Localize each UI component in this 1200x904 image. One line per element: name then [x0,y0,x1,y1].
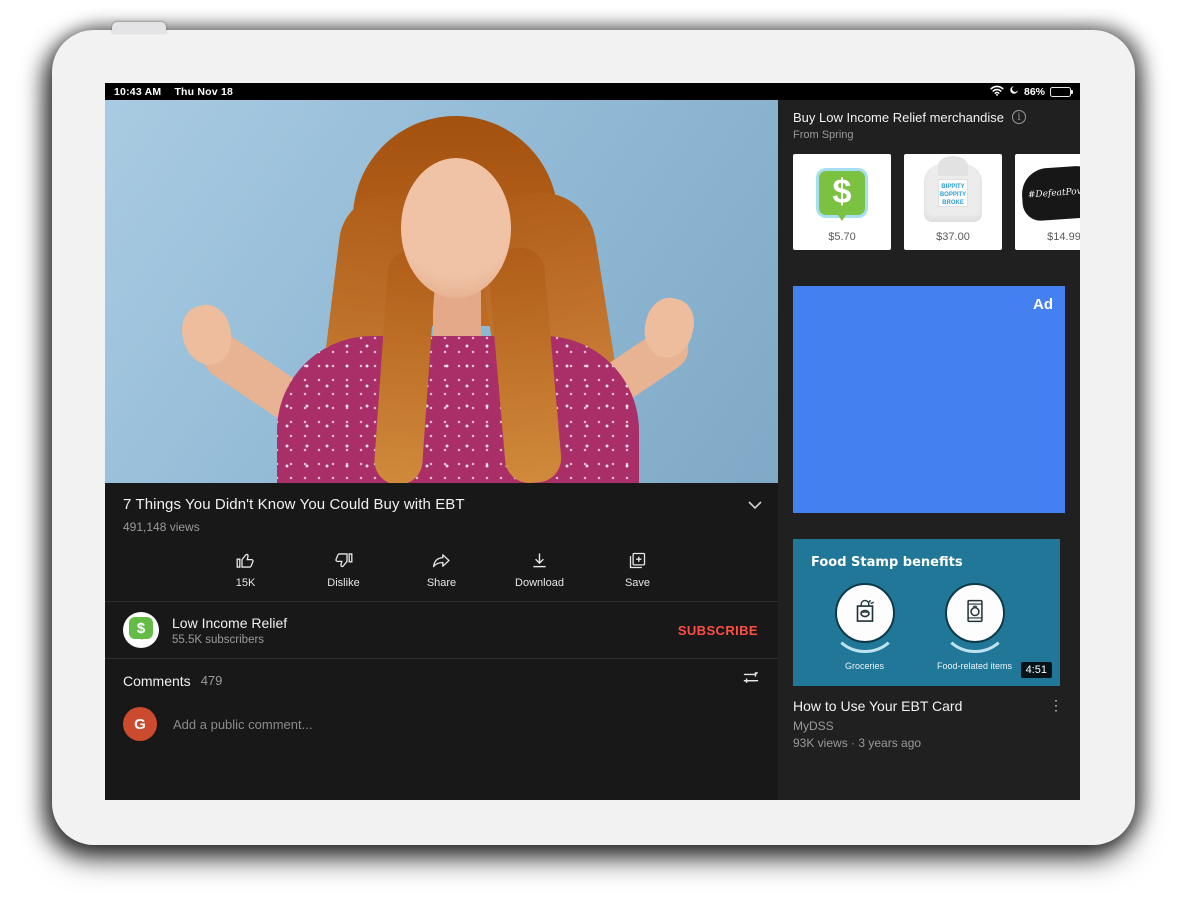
video-title-block[interactable]: 7 Things You Didn't Know You Could Buy w… [105,483,778,540]
thumbs-up-icon [235,550,256,571]
dislike-label: Dislike [327,577,359,589]
video-title: 7 Things You Didn't Know You Could Buy w… [123,496,760,513]
share-label: Share [427,577,456,589]
status-time-date: 10:43 AM Thu Nov 18 [114,86,233,98]
share-icon [431,550,452,571]
like-count: 15K [236,577,256,589]
suggested-title: How to Use Your EBT Card [793,698,1047,714]
comments-title: Comments [123,673,191,689]
comment-input[interactable]: Add a public comment... [173,717,312,732]
download-button[interactable]: Download [509,550,571,589]
merch-price: $37.00 [936,231,970,250]
suggested-channel: MyDSS [793,719,1047,733]
dollar-sticker-image: $ [816,168,868,218]
comments-count: 479 [201,673,742,688]
merch-subtitle: From Spring [793,129,1004,141]
suggested-video-thumbnail[interactable]: Food Stamp benefits [793,539,1060,686]
status-date: Thu Nov 18 [174,86,233,98]
user-avatar[interactable]: G [123,707,157,741]
sidebar: Buy Low Income Relief merchandise From S… [778,100,1080,800]
thumbnail-title: Food Stamp benefits [811,555,963,570]
share-button[interactable]: Share [411,550,473,589]
ad-badge: Ad [1033,296,1053,313]
save-label: Save [625,577,650,589]
save-button[interactable]: Save [607,550,669,589]
status-bar: 10:43 AM Thu Nov 18 86% [105,83,1080,100]
merch-item-hoodie[interactable]: BIPPITY BOPPITY BROKE $37.00 [904,154,1002,250]
like-button[interactable]: 15K [215,550,277,589]
merch-price: $5.70 [828,231,856,250]
thumbs-down-icon [333,550,354,571]
info-icon[interactable]: i [1012,110,1026,124]
food-items-circle [945,583,1009,647]
save-playlist-icon [627,550,648,571]
next-thumbnail-partial[interactable] [793,774,1065,800]
groceries-label: Groceries [845,661,884,671]
merch-item-sticker[interactable]: $ $5.70 [793,154,891,250]
subscribe-button[interactable]: SUBSCRIBE [676,617,760,644]
suggested-video-info[interactable]: How to Use Your EBT Card MyDSS 93K views… [793,698,1065,750]
suggested-meta: 93K views · 3 years ago [793,736,1047,750]
action-bar: 15K Dislike Share [105,540,778,601]
tablet-power-button [112,22,166,34]
merch-header: Buy Low Income Relief merchandise From S… [793,110,1065,141]
comments-sort-icon[interactable] [742,670,760,691]
battery-percent: 86% [1024,86,1045,98]
tablet-device: 10:43 AM Thu Nov 18 86% [52,30,1135,845]
battery-icon [1050,87,1071,97]
channel-name: Low Income Relief [172,615,676,631]
merch-shelf: $ $5.70 BIPPITY BOPPITY BROKE $37.00 #De… [793,154,1080,250]
video-views: 491,148 views [123,520,760,534]
merch-title: Buy Low Income Relief merchandise [793,110,1004,126]
dislike-button[interactable]: Dislike [313,550,375,589]
chevron-down-icon[interactable] [748,497,762,515]
channel-row[interactable]: $ Low Income Relief 55.5K subscribers SU… [105,602,778,658]
add-comment-row[interactable]: G Add a public comment... [105,699,778,755]
status-time: 10:43 AM [114,86,161,98]
download-icon [529,550,550,571]
video-player[interactable] [105,100,778,483]
groceries-circle [835,583,899,647]
download-label: Download [515,577,564,589]
kebab-menu-icon[interactable]: ⋮ [1047,698,1065,750]
duration-badge: 4:51 [1021,662,1052,678]
do-not-disturb-moon-icon [1009,85,1019,98]
merch-item-fanny-pack[interactable]: #DefeatPoverty $14.99 [1015,154,1080,250]
ad-banner[interactable]: Ad [793,286,1065,513]
channel-avatar[interactable]: $ [123,612,159,648]
wifi-icon [990,85,1004,99]
channel-subscribers: 55.5K subscribers [172,634,676,646]
screen: 10:43 AM Thu Nov 18 86% [105,83,1080,800]
merch-price: $14.99 [1047,231,1080,250]
dollar-bubble-icon: $ [129,617,153,639]
comments-header[interactable]: Comments 479 [105,659,778,699]
fanny-pack-image: #DefeatPoverty [1020,164,1080,222]
food-items-label: Food-related items [937,661,1012,671]
hoodie-image: BIPPITY BOPPITY BROKE [924,164,982,222]
